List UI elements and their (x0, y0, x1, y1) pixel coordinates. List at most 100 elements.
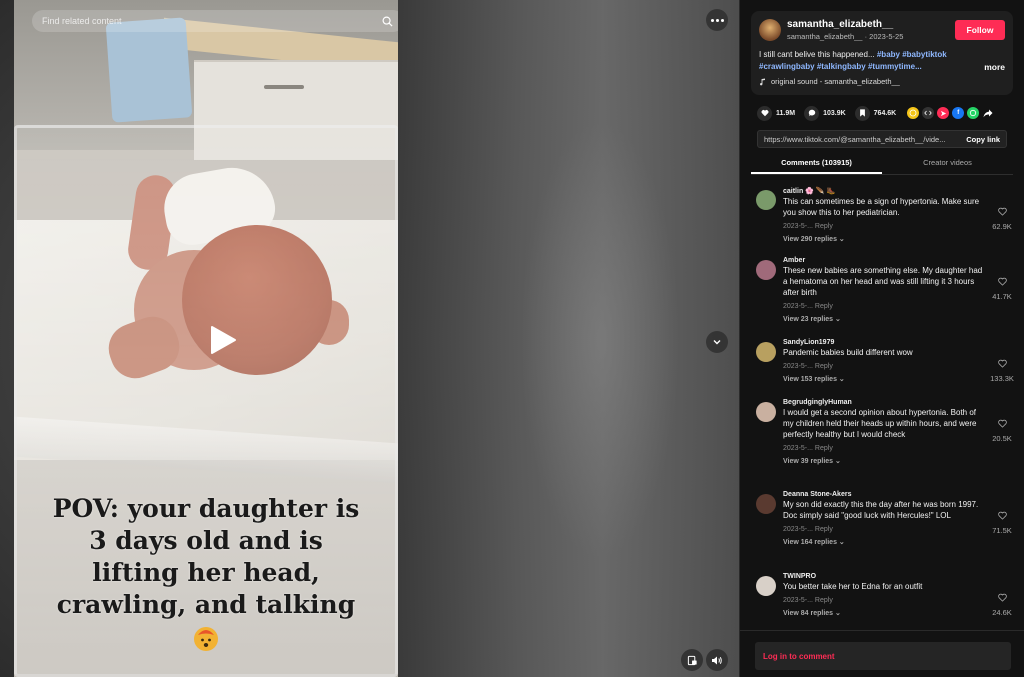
heart-outline-icon[interactable] (997, 207, 1007, 216)
caption-line: crawling, and talking (56, 590, 356, 619)
comment-meta: 2023-5-... Reply (783, 363, 983, 370)
heart-outline-icon[interactable] (997, 277, 1007, 286)
comment-meta: 2023-5-... Reply (783, 303, 983, 310)
dot-icon (715, 18, 719, 22)
more-options-button[interactable] (706, 9, 728, 31)
tab-comments[interactable]: Comments (103915) (751, 155, 882, 174)
heart-outline-icon[interactable] (997, 419, 1007, 428)
comment-like-count: 133.3K (990, 374, 1014, 383)
search-input[interactable] (42, 16, 380, 26)
chevron-down-icon: ⌄ (835, 458, 841, 465)
avatar[interactable] (756, 190, 776, 210)
comment-like[interactable]: 41.7K (986, 273, 1018, 301)
reply-button[interactable]: Reply (815, 303, 833, 310)
embed-icon[interactable] (922, 107, 935, 119)
view-replies-label: View 290 replies (783, 236, 837, 243)
comment-input-bar: Log in to comment (740, 630, 1024, 677)
reply-button[interactable]: Reply (815, 445, 833, 452)
send-icon[interactable] (937, 107, 950, 119)
comment-like-count: 24.6K (992, 608, 1012, 617)
copy-link-button[interactable]: Copy link (966, 135, 1000, 144)
comment-date: 2023-5-... (783, 303, 813, 310)
follow-button[interactable]: Follow (955, 20, 1005, 40)
reply-button[interactable]: Reply (815, 363, 833, 370)
comment-like-count: 71.5K (992, 526, 1012, 535)
app-root: POV: your daughter is 3 days old and is … (0, 0, 1024, 677)
reply-button[interactable]: Reply (815, 597, 833, 604)
heart-outline-icon[interactable] (997, 593, 1007, 602)
description-more-button[interactable]: more (984, 61, 1005, 73)
volume-button[interactable] (706, 649, 728, 671)
hashtag-link[interactable]: #tummytime... (868, 62, 922, 71)
search-icon[interactable] (380, 14, 394, 28)
comment-like[interactable]: 24.6K (986, 589, 1018, 617)
avatar[interactable] (756, 342, 776, 362)
sound-row[interactable]: original sound - samantha_elizabeth__ (759, 77, 1005, 86)
avatar[interactable] (756, 402, 776, 422)
tab-creator-videos[interactable]: Creator videos (882, 155, 1013, 174)
bookmark-icon[interactable] (854, 105, 870, 121)
view-replies-button[interactable]: View 39 replies ⌄ (783, 457, 983, 465)
login-to-comment-button[interactable]: Log in to comment (755, 642, 1011, 670)
next-video-button[interactable] (706, 331, 728, 353)
comment-text: Pandemic babies build different wow (783, 348, 913, 357)
comment-like[interactable]: 20.5K (986, 415, 1018, 443)
comment-author[interactable]: SandyLion1979 (783, 339, 983, 346)
scene-towel (105, 17, 193, 123)
comment-author[interactable]: TWINPRO (783, 573, 983, 580)
heart-icon[interactable] (757, 105, 772, 121)
video-link-url[interactable]: https://www.tiktok.com/@samantha_elizabe… (764, 135, 960, 144)
hashtag-link[interactable]: #babytiktok (902, 50, 946, 59)
chevron-down-icon: ⌄ (835, 316, 841, 323)
comment-date: 2023-5-... (783, 223, 813, 230)
view-replies-button[interactable]: View 153 replies ⌄ (783, 375, 983, 383)
post-date: 2023-5-25 (869, 32, 904, 41)
avatar[interactable] (756, 494, 776, 514)
whatsapp-icon[interactable] (967, 107, 980, 119)
heart-outline-icon[interactable] (997, 359, 1007, 368)
hashtag-link[interactable]: #talkingbaby (817, 62, 866, 71)
author-name[interactable]: samantha_elizabeth__ (787, 19, 955, 30)
comment-author[interactable]: BegrudginglyHuman (783, 399, 983, 406)
video-area: POV: your daughter is 3 days old and is … (0, 0, 739, 677)
view-replies-button[interactable]: View 164 replies ⌄ (783, 538, 983, 546)
comment-author[interactable]: caitlin 🌸 🪶 🥾 (783, 187, 983, 195)
comment-author[interactable]: Amber (783, 257, 983, 264)
author-card: samantha_elizabeth__ samantha_elizabeth_… (751, 11, 1013, 95)
comment-author[interactable]: Deanna Stone-Akers (783, 491, 983, 498)
avatar[interactable] (759, 19, 781, 41)
comment-like[interactable]: 71.5K (986, 507, 1018, 535)
login-to-comment-label: Log in to comment (763, 651, 835, 661)
reply-button[interactable]: Reply (815, 526, 833, 533)
reply-button[interactable]: Reply (815, 223, 833, 230)
picture-in-picture-button[interactable] (681, 649, 703, 671)
author-handle: samantha_elizabeth__ (787, 32, 863, 41)
view-replies-button[interactable]: View 84 replies ⌄ (783, 609, 983, 617)
share-arrow-icon[interactable] (982, 107, 994, 119)
comment-stat[interactable]: 103.9K (804, 105, 846, 121)
view-replies-label: View 153 replies (783, 376, 837, 383)
avatar[interactable] (756, 576, 776, 596)
like-stat[interactable]: 11.9M (757, 105, 795, 121)
play-icon[interactable] (206, 322, 240, 358)
view-replies-button[interactable]: View 290 replies ⌄ (783, 235, 983, 243)
view-replies-button[interactable]: View 23 replies ⌄ (783, 315, 983, 323)
caption-line: POV: your daughter is (52, 494, 360, 523)
facebook-icon[interactable]: f (952, 107, 965, 119)
comment-date: 2023-5-... (783, 526, 813, 533)
avatar[interactable] (756, 260, 776, 280)
comment-like[interactable]: 133.3K (986, 355, 1018, 383)
comment-like[interactable]: 62.9K (986, 203, 1018, 231)
hashtag-link[interactable]: #crawlingbaby (759, 62, 815, 71)
scene-cabinet-handle (264, 85, 304, 89)
hashtag-link[interactable]: #baby (877, 50, 900, 59)
comment-icon[interactable] (804, 105, 820, 121)
friends-share-icon[interactable] (907, 107, 920, 119)
author-names: samantha_elizabeth__ samantha_elizabeth_… (787, 19, 955, 41)
chevron-down-icon: ⌄ (838, 236, 845, 243)
comment-meta: 2023-5-... Reply (783, 223, 983, 230)
save-stat[interactable]: 764.6K (854, 105, 896, 121)
heart-outline-icon[interactable] (997, 511, 1007, 520)
search-bar[interactable] (32, 10, 398, 32)
dot-icon (710, 18, 714, 22)
